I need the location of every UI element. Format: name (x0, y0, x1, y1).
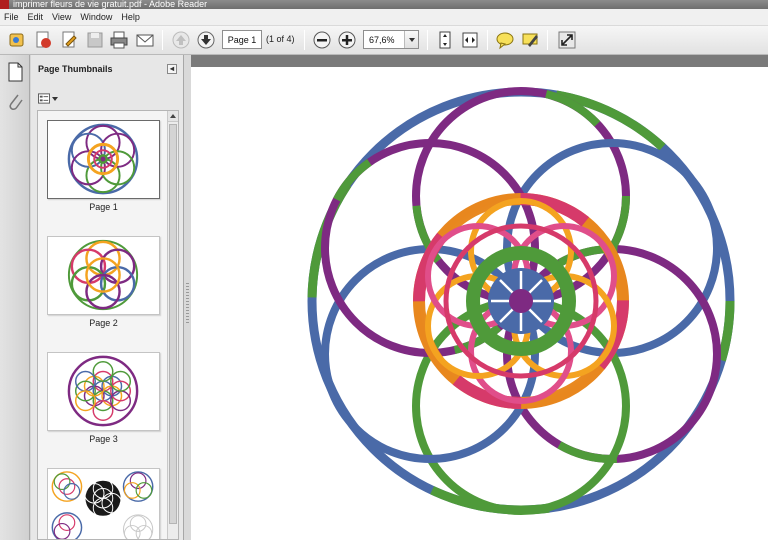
pdf-page (191, 67, 768, 540)
flower-of-life-drawing (307, 87, 735, 515)
page-thumbnails-panel: Page Thumbnails ◂ Page 1 Page 2 Page 3 (31, 55, 184, 540)
menu-file[interactable]: File (4, 12, 19, 22)
menu-view[interactable]: View (52, 12, 71, 22)
edit-document-icon[interactable] (58, 29, 80, 51)
zoom-level-select[interactable]: 67,6% (363, 30, 419, 49)
panel-title: Page Thumbnails (38, 64, 113, 74)
thumbnail-label: Page 3 (89, 434, 118, 444)
thumbnail-label: Page 2 (89, 318, 118, 328)
fit-width-icon[interactable] (459, 29, 481, 51)
save-icon[interactable] (84, 29, 106, 51)
zoom-out-icon[interactable] (311, 29, 333, 51)
thumbnail-page-4[interactable] (47, 468, 160, 539)
zoom-value: 67,6% (369, 34, 395, 45)
options-menu-button[interactable] (38, 92, 58, 105)
toolbar: Page 1 (1 of 4) 67,6% (0, 26, 768, 55)
menu-window[interactable]: Window (80, 12, 112, 22)
chevron-down-icon[interactable] (404, 31, 418, 48)
create-pdf-icon[interactable] (32, 29, 54, 51)
panel-splitter[interactable] (184, 55, 191, 540)
toolbar-separator (427, 30, 428, 50)
fit-page-icon[interactable] (434, 29, 456, 51)
comment-icon[interactable] (494, 29, 516, 51)
next-page-icon[interactable] (195, 29, 217, 51)
menu-help[interactable]: Help (121, 12, 140, 22)
toolbar-separator (547, 30, 548, 50)
highlight-icon[interactable] (519, 29, 541, 51)
email-icon[interactable] (134, 29, 156, 51)
thumbnail-scrollbar[interactable] (167, 111, 178, 539)
splitter-grip[interactable] (186, 283, 189, 323)
thumbnail-page-3[interactable] (47, 352, 160, 431)
options-icon (38, 93, 50, 104)
toolbar-separator (162, 30, 163, 50)
thumbnail-label: Page 1 (89, 202, 118, 212)
attachments-icon[interactable] (5, 91, 25, 113)
thumbnail-page-1[interactable] (47, 120, 160, 199)
menu-edit[interactable]: Edit (28, 12, 44, 22)
navigation-pane-strip (0, 55, 30, 540)
page-number-input[interactable]: Page 1 (222, 30, 262, 49)
menu-bar: File Edit View Window Help (0, 9, 768, 26)
zoom-in-icon[interactable] (336, 29, 358, 51)
title-bar: imprimer fleurs de vie gratuit.pdf - Ado… (0, 0, 768, 9)
page-count-label: (1 of 4) (266, 34, 295, 44)
scroll-thumb[interactable] (169, 124, 177, 524)
open-file-icon[interactable] (6, 29, 28, 51)
toolbar-separator (487, 30, 488, 50)
chevron-down-icon (52, 96, 58, 101)
document-view[interactable] (191, 55, 768, 540)
page-thumbnails-icon[interactable] (5, 61, 25, 83)
thumbnail-list: Page 1 Page 2 Page 3 (37, 110, 179, 540)
collapse-panel-button[interactable]: ◂ (167, 64, 177, 74)
previous-page-icon[interactable] (170, 29, 192, 51)
window-title: imprimer fleurs de vie gratuit.pdf - Ado… (13, 0, 208, 9)
scroll-up-button[interactable] (168, 111, 178, 122)
thumbnail-page-2[interactable] (47, 236, 160, 315)
adobe-reader-icon (0, 0, 9, 9)
print-icon[interactable] (108, 29, 130, 51)
toolbar-separator (304, 30, 305, 50)
expand-icon[interactable] (556, 29, 578, 51)
